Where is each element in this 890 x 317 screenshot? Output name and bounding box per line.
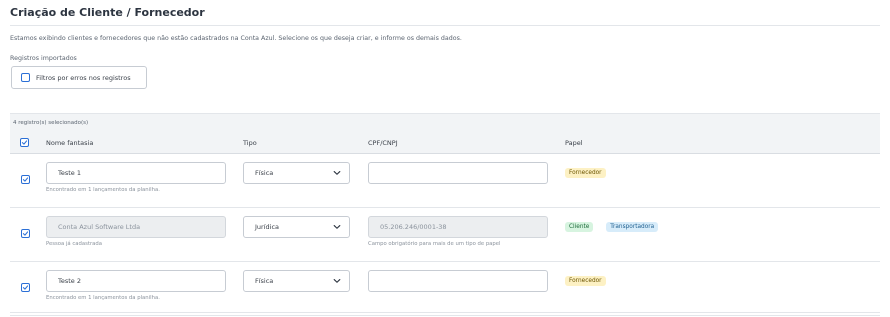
name-help-text: Encontrado em 1 lançamentos da planilha. [46,187,160,193]
role-badge-fornecedor: Fornecedor [565,276,606,286]
name-value: Teste 1 [58,169,82,177]
type-value: Física [255,169,274,177]
doc-input[interactable] [368,270,548,292]
type-value: Física [255,277,274,285]
header-name: Nome fantasia [46,139,94,147]
filter-errors-checkbox[interactable] [21,73,30,82]
filter-errors-label: Filtros por erros nos registros [36,73,131,82]
name-input[interactable]: Teste 2 [46,270,226,292]
selection-count-bar: 4 registro(s) selecionado(s) [10,113,880,131]
header-doc: CPF/CNPJ [368,139,398,147]
doc-help-text: Campo obrigatório para mais de um tipo d… [368,241,501,247]
chevron-down-icon [333,225,341,229]
name-help-text: Pessoa já cadastrada [46,241,102,247]
check-icon [22,285,29,290]
table-bottom-divider [10,312,880,313]
page-description: Estamos exibindo clientes e fornecedores… [10,35,462,42]
chevron-down-icon [333,279,341,283]
name-value: Teste 2 [58,277,82,285]
page-title: Criação de Cliente / Fornecedor [10,6,205,19]
type-select[interactable]: Jurídica [243,216,350,238]
role-badge-transportadora: Transportadora [606,222,659,232]
header-type: Tipo [243,139,257,147]
title-divider [10,25,880,26]
table-row: Teste 2 Encontrado em 1 lançamentos da pl… [10,262,880,316]
imported-records-label: Registros importados [10,55,77,62]
doc-input[interactable] [368,162,548,184]
name-input: Conta Azul Software Ltda [46,216,226,238]
row-checkbox[interactable] [21,175,30,184]
chevron-down-icon [333,171,341,175]
table-row: Teste 1 Encontrado em 1 lançamentos da pl… [10,154,880,208]
row-checkbox[interactable] [21,283,30,292]
role-badge-fornecedor: Fornecedor [565,168,606,178]
type-select[interactable]: Física [243,270,350,292]
row-checkbox[interactable] [21,229,30,238]
filter-errors-toggle[interactable]: Filtros por erros nos registros [11,66,147,89]
name-input[interactable]: Teste 1 [46,162,226,184]
role-badge-cliente: Cliente [565,222,594,232]
type-value: Jurídica [255,223,280,231]
check-icon [22,231,29,236]
header-role: Papel [565,139,583,147]
table-row: Conta Azul Software Ltda Pessoa já cadast… [10,208,880,262]
table-header: Nome fantasia Tipo CPF/CNPJ Papel [10,131,880,154]
check-icon [21,140,28,145]
name-value: Conta Azul Software Ltda [58,223,141,231]
name-help-text: Encontrado em 1 lançamentos da planilha. [46,295,160,301]
doc-input: 05.206.246/0001-38 [368,216,548,238]
select-all-checkbox[interactable] [20,138,29,147]
selection-count: 4 registro(s) selecionado(s) [13,120,89,126]
type-select[interactable]: Física [243,162,350,184]
doc-value: 05.206.246/0001-38 [380,223,447,231]
check-icon [22,177,29,182]
